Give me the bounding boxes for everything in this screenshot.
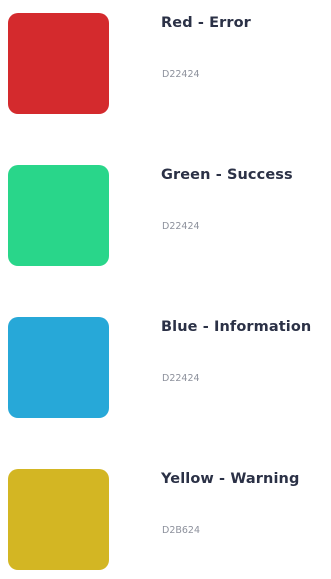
swatch-row-blue: Blue - Information D22424 [0,317,331,427]
swatch-code: D22424 [162,373,200,384]
swatch-code: D22424 [162,69,200,80]
swatch-title: Green - Success [161,167,293,183]
swatch-title: Blue - Information [161,319,312,335]
swatch-code: D2B624 [162,525,201,536]
swatch-title: Yellow - Warning [161,471,300,487]
swatch-row-green: Green - Success D22424 [0,165,331,275]
color-palette: Red - Error D22424 Green - Success D2242… [0,0,331,570]
color-swatch-red [8,13,109,114]
swatch-code: D22424 [162,221,200,232]
color-swatch-green [8,165,109,266]
swatch-row-red: Red - Error D22424 [0,13,331,123]
swatch-title: Red - Error [161,15,251,31]
color-swatch-blue [8,317,109,418]
color-swatch-yellow [8,469,109,570]
swatch-row-yellow: Yellow - Warning D2B624 [0,469,331,579]
